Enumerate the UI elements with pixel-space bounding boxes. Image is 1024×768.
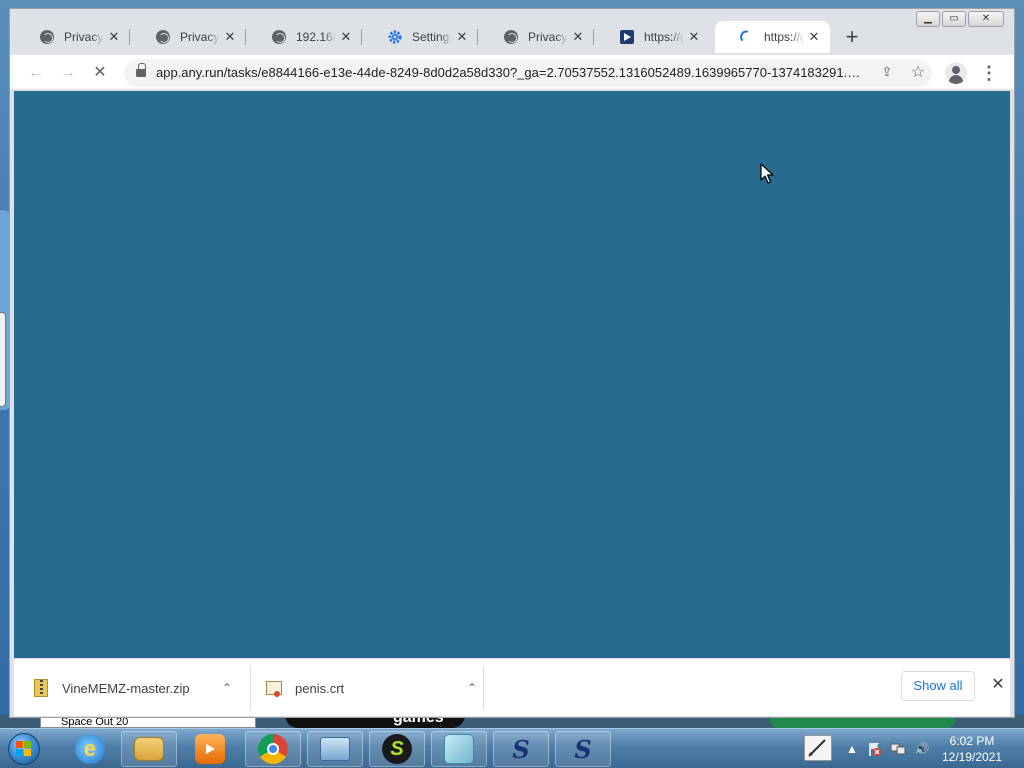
show-hidden-icons-button[interactable]: ▲ (844, 741, 860, 757)
close-window-button[interactable]: ✕ (968, 11, 1004, 27)
profile-avatar-icon[interactable] (945, 62, 967, 84)
tab-close-icon[interactable]: ✕ (570, 29, 586, 45)
tab-title: https://github.com (764, 30, 804, 44)
taskbar-file-explorer[interactable] (121, 731, 177, 767)
lock-icon[interactable] (136, 63, 146, 78)
tab-close-icon[interactable]: ✕ (222, 29, 238, 45)
download-filename[interactable]: penis.crt (295, 681, 344, 696)
windows-flag-icon (16, 741, 32, 757)
media-player-icon (195, 734, 225, 764)
tab-3[interactable]: 192.168.1.1 ✕ (247, 21, 362, 53)
clock-date: 12/19/2021 (941, 750, 1003, 764)
tab-close-icon[interactable]: ✕ (338, 29, 354, 45)
tab-close-icon[interactable]: ✕ (686, 29, 702, 45)
close-download-shelf-icon[interactable]: ✕ (988, 675, 1008, 695)
taskbar-app-swirl[interactable]: S (493, 731, 549, 767)
tab-close-icon[interactable]: ✕ (806, 29, 822, 45)
tab-close-icon[interactable]: ✕ (454, 29, 470, 45)
download-shelf: VineMEMZ-master.zip ⌃ penis.crt ⌃ Show a… (14, 658, 1010, 716)
globe-icon (504, 30, 518, 44)
taskbar-remote-desktop[interactable] (307, 731, 363, 767)
url-text[interactable]: app.any.run/tasks/e8844166-e13e-44de-824… (156, 65, 862, 80)
start-button[interactable] (4, 731, 44, 767)
maximize-button[interactable]: ▭ (942, 11, 966, 27)
tab-title: https://github.com (644, 30, 684, 44)
remote-desktop-icon (320, 737, 350, 761)
app-s-icon: S (382, 734, 412, 764)
download-item-2[interactable]: penis.crt ⌃ (266, 667, 484, 709)
tab-title: Privacy error (528, 30, 568, 44)
minimize-button[interactable]: ▁ (916, 11, 940, 27)
tab-5[interactable]: Privacy error ✕ (479, 21, 594, 53)
tab-2[interactable]: Privacy error ✕ (131, 21, 246, 53)
tab-7-active[interactable]: https://github.com ✕ (715, 21, 830, 53)
chevron-up-icon[interactable]: ⌃ (220, 681, 234, 695)
stop-loading-button[interactable]: ✕ (89, 62, 111, 84)
forward-button[interactable]: → (57, 62, 79, 84)
clock-time: 6:02 PM (949, 734, 995, 748)
globe-icon (272, 30, 286, 44)
taskbar-clock[interactable]: 6:02 PM 12/19/2021 (940, 733, 1004, 765)
taskbar-chrome[interactable] (245, 731, 301, 767)
play-icon (620, 30, 634, 44)
windows-taskbar: e S S S ▲ 🔊 6:02 PM 12/19/2021 (0, 728, 1024, 768)
download-filename[interactable]: VineMEMZ-master.zip (62, 681, 190, 696)
page-viewport[interactable] (14, 91, 1010, 658)
tab-4[interactable]: Settings - Certificates ✕ (363, 21, 478, 53)
mouse-cursor-icon (760, 163, 774, 184)
chevron-up-icon[interactable]: ⌃ (465, 681, 479, 695)
browser-toolbar: ← → ✕ app.any.run/tasks/e8844166-e13e-44… (10, 55, 1014, 90)
desktop-window-edge-2 (0, 312, 6, 407)
taskbar-app-s[interactable]: S (369, 731, 425, 767)
chrome-icon (258, 734, 288, 764)
dice-app-icon (444, 734, 474, 764)
show-all-downloads-button[interactable]: Show all (901, 671, 975, 701)
chrome-window: Privacy error ✕ Privacy error ✕ 192.168.… (9, 8, 1015, 718)
globe-icon (156, 30, 170, 44)
system-tray: ▲ 🔊 6:02 PM 12/19/2021 (800, 729, 1024, 768)
file-explorer-icon (134, 737, 164, 761)
action-center-flag-icon[interactable] (866, 741, 882, 757)
tab-close-icon[interactable]: ✕ (106, 29, 122, 45)
bookmark-star-icon[interactable]: ☆ (909, 62, 927, 82)
internet-explorer-icon: e (75, 734, 105, 764)
taskbar-app-swirl-2[interactable]: S (555, 731, 611, 767)
download-item-1[interactable]: VineMEMZ-master.zip ⌃ (34, 667, 250, 709)
new-tab-button[interactable]: + (842, 26, 862, 48)
zip-file-icon (34, 679, 48, 697)
taskbar-internet-explorer[interactable]: e (62, 731, 118, 767)
loading-spinner-icon (740, 30, 754, 44)
certificate-file-icon (266, 681, 282, 697)
volume-icon[interactable]: 🔊 (914, 741, 930, 757)
tab-1[interactable]: Privacy error ✕ (15, 21, 130, 53)
globe-icon (40, 30, 54, 44)
tab-title: Privacy error (180, 30, 220, 44)
address-bar[interactable]: app.any.run/tasks/e8844166-e13e-44de-824… (124, 59, 932, 87)
pen-tablet-icon[interactable] (804, 735, 832, 761)
app-swirl-icon: S (512, 734, 530, 764)
tab-strip: Privacy error ✕ Privacy error ✕ 192.168.… (10, 9, 1014, 55)
share-icon[interactable]: ⇪ (878, 64, 896, 82)
back-button[interactable]: ← (25, 62, 47, 84)
tab-title: 192.168.1.1 (296, 30, 336, 44)
taskbar-dice-app[interactable] (431, 731, 487, 767)
taskbar-media-player[interactable] (182, 731, 238, 767)
network-icon[interactable] (890, 741, 906, 757)
tab-title: Privacy error (64, 30, 104, 44)
app-swirl-icon-2: S (574, 734, 592, 764)
tab-title: Settings - Certificates (412, 30, 452, 44)
kebab-menu-icon[interactable]: ⋮ (980, 62, 998, 84)
tab-6[interactable]: https://github.com ✕ (595, 21, 710, 53)
gear-icon (388, 30, 402, 44)
